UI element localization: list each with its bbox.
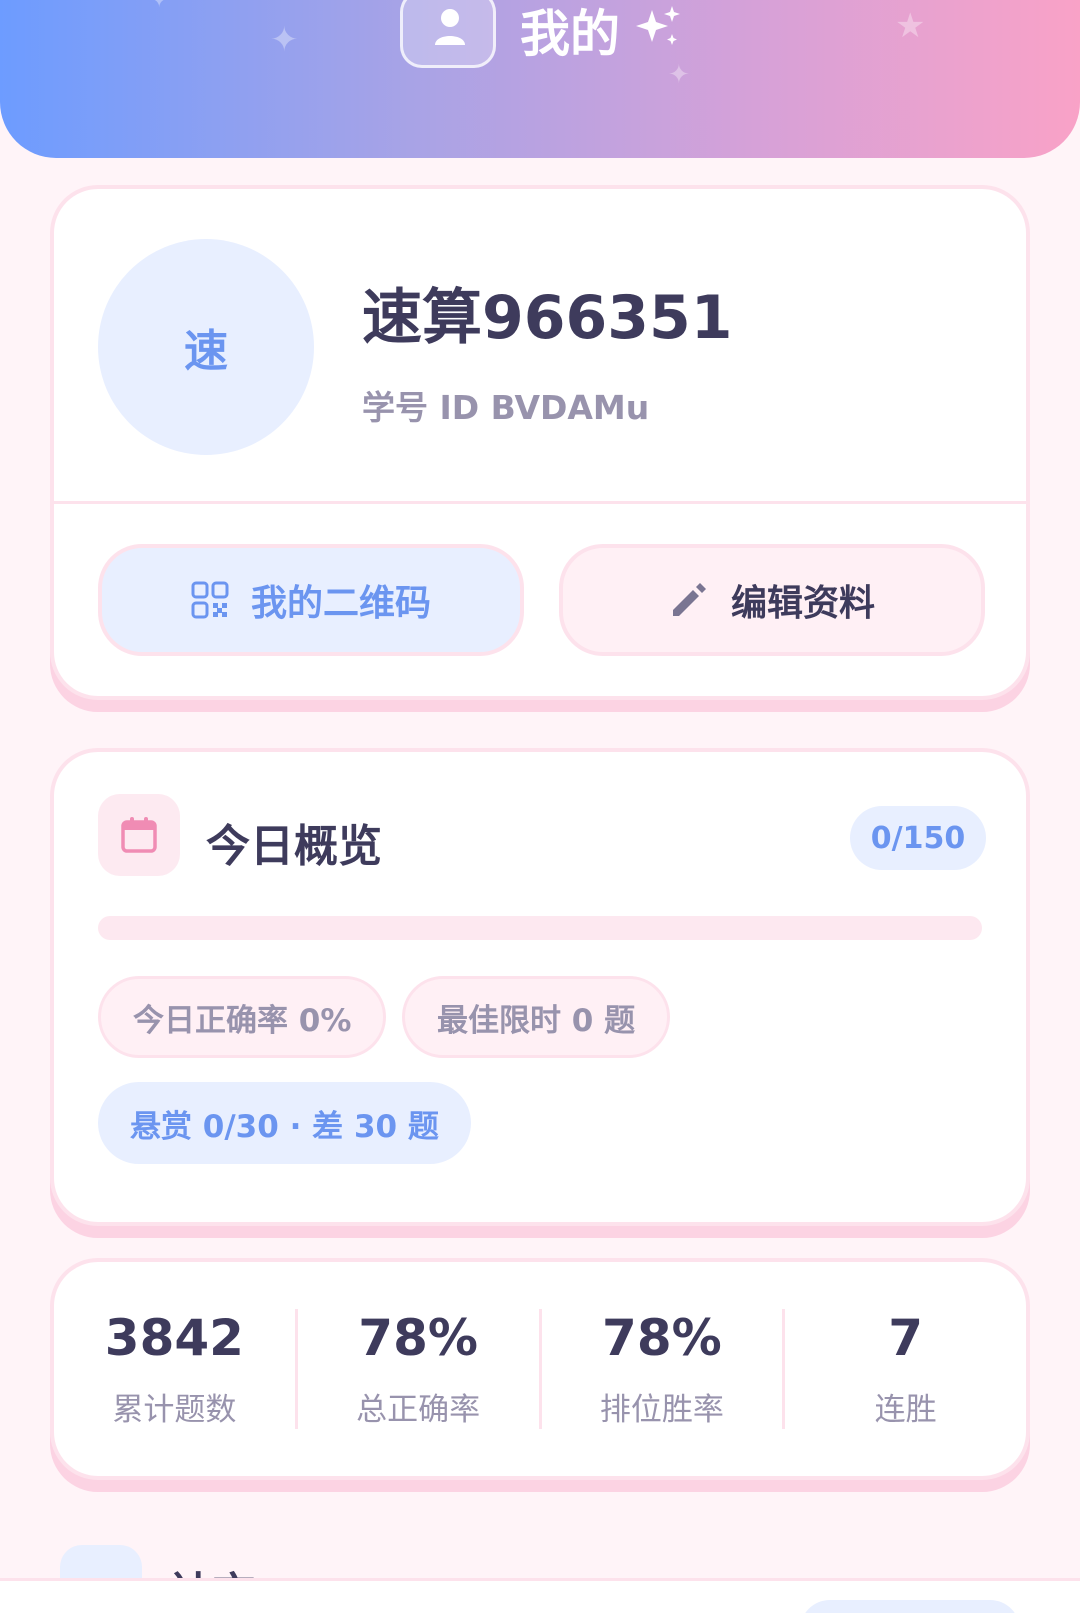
edit-profile-button[interactable]: 编辑资料 (559, 544, 985, 656)
today-title: 今日概览 (206, 821, 382, 872)
best-timed-chip: 最佳限时 0 题 (402, 976, 671, 1058)
stat-value: 78% (358, 1309, 478, 1367)
today-overview-card: 今日概览 0/150 今日正确率 0% 最佳限时 0 题 悬赏 0/30 · 差… (50, 748, 1030, 1226)
stat-label: 连胜 (874, 1392, 937, 1428)
today-accuracy-chip: 今日正确率 0% (98, 976, 387, 1058)
bounty-chip[interactable]: 悬赏 0/30 · 差 30 题 (98, 1082, 471, 1164)
stats-card: 3842 累计题数 78% 总正确率 78% 排位胜率 7 连胜 (50, 1258, 1030, 1480)
stat-label: 排位胜率 (599, 1392, 724, 1428)
daily-progress-bar (98, 916, 982, 940)
username: 速算966351 (362, 283, 733, 353)
stat-label: 总正确率 (356, 1392, 481, 1428)
calendar-icon (121, 817, 157, 853)
calendar-icon-box (98, 794, 180, 876)
stat-value: 78% (602, 1309, 722, 1367)
pencil-icon (672, 583, 706, 616)
stat-total-questions: 3842 累计题数 (54, 1309, 298, 1429)
profile-card: 速 速算966351 学号 ID BVDAMu 我的二维码 编辑资料 (50, 185, 1030, 700)
stat-value: 7 (888, 1309, 924, 1367)
sparkles-icon (636, 6, 680, 45)
progress-count-badge: 0/150 (850, 806, 986, 870)
avatar[interactable]: 速 (98, 239, 314, 455)
decor-star-icon: ✦ (668, 60, 690, 90)
decor-star-icon: ✦ (270, 20, 299, 60)
page-title: 我的 (520, 5, 620, 63)
header-avatar[interactable] (400, 0, 496, 68)
stat-label: 累计题数 (112, 1392, 237, 1428)
stat-ranked-win-rate: 78% 排位胜率 (542, 1309, 786, 1429)
qr-code-icon (191, 581, 229, 619)
stat-win-streak: 7 连胜 (785, 1309, 1026, 1429)
page-header: ✦ ✦ ★ ✦ 我的 (0, 0, 1080, 158)
profile-page: ✦ ✦ ★ ✦ 我的 速 速算966351 学号 ID BVDAMu 我的二维码… (0, 0, 1080, 1613)
divider (54, 501, 1026, 504)
decor-star-icon: ★ (895, 6, 926, 46)
decor-star-icon: ✦ (150, 0, 169, 13)
bottom-action-pill[interactable] (800, 1600, 1020, 1613)
edit-button-label: 编辑资料 (730, 583, 875, 624)
my-qr-code-button[interactable]: 我的二维码 (98, 544, 524, 656)
stat-value: 3842 (104, 1309, 244, 1367)
user-id: 学号 ID BVDAMu (362, 388, 650, 427)
qr-button-label: 我的二维码 (250, 583, 431, 624)
person-icon (435, 9, 465, 45)
stat-total-accuracy: 78% 总正确率 (298, 1309, 542, 1429)
